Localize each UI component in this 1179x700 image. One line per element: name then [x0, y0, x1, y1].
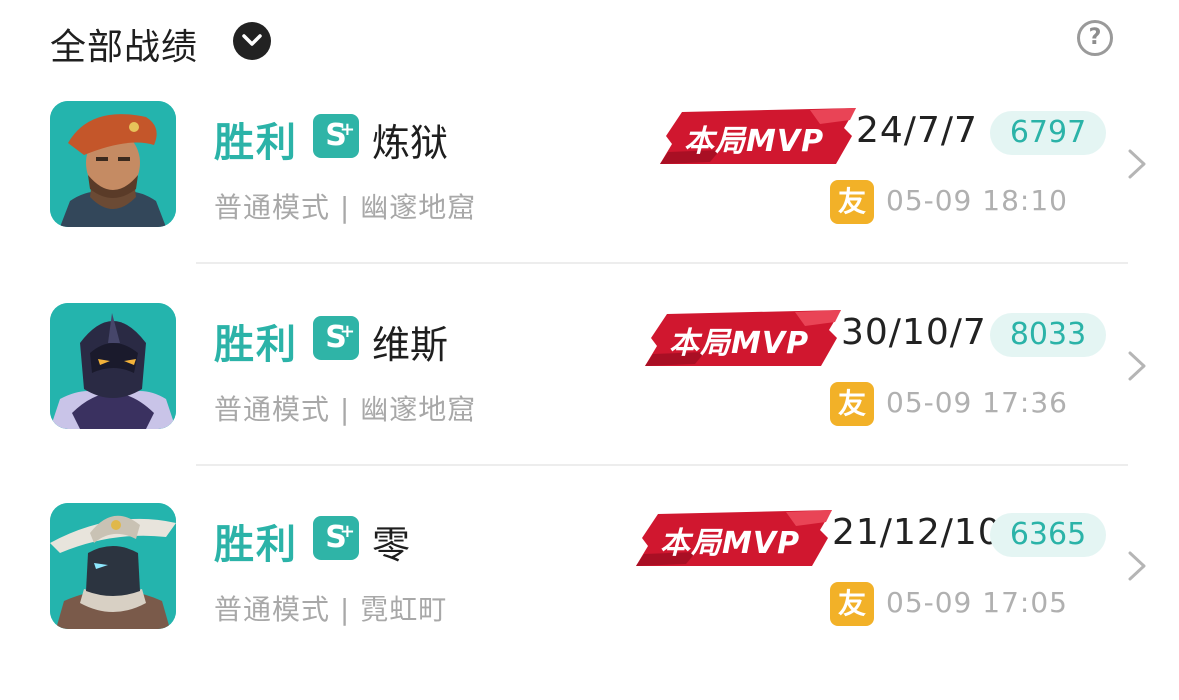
hero-portrait-wide-hat-masked-icon [50, 503, 176, 629]
page-title: 全部战绩 [50, 27, 199, 68]
friend-badge: 友 [830, 382, 874, 426]
hero-name: 维斯 [372, 323, 449, 367]
match-record-item[interactable]: 胜利 S + 零 普通模式 | 霓虹町 本局MVP 21/12/10 6365 友… [0, 500, 1179, 700]
kda-stats: 24/7/7 [856, 110, 978, 151]
chevron-down-icon [242, 34, 262, 46]
help-button[interactable]: ? [1077, 20, 1113, 56]
mvp-badge: 本局MVP [636, 508, 836, 566]
match-datetime: 05-09 18:10 [886, 184, 1068, 217]
game-mode-map: 普通模式 | 幽邃地窟 [214, 393, 477, 426]
match-result: 胜利 [214, 120, 298, 166]
hero-avatar [50, 303, 176, 429]
mvp-badge: 本局MVP [645, 308, 845, 366]
chevron-right-icon[interactable] [1126, 550, 1150, 582]
tier-plus: + [339, 119, 355, 140]
chevron-right-icon[interactable] [1126, 350, 1150, 382]
friend-badge: 友 [830, 180, 874, 224]
tier-plus: + [339, 521, 355, 542]
mvp-label: 本局MVP [660, 526, 801, 561]
hero-portrait-armored-ninja-icon [50, 303, 176, 429]
divider [196, 464, 1128, 466]
score-pill: 6797 [990, 111, 1106, 155]
match-result: 胜利 [214, 522, 298, 568]
tier-badge: S + [313, 114, 359, 158]
hero-portrait-beret-soldier-icon [50, 101, 176, 227]
header: 全部战绩 ? [50, 12, 1130, 68]
chevron-right-icon[interactable] [1126, 148, 1150, 180]
game-mode-map: 普通模式 | 幽邃地窟 [214, 191, 477, 224]
score-pill: 8033 [990, 313, 1106, 357]
tier-badge: S + [313, 516, 359, 560]
hero-avatar [50, 101, 176, 227]
friend-badge: 友 [830, 582, 874, 626]
divider [196, 262, 1128, 264]
kda-stats: 21/12/10 [832, 512, 1002, 553]
match-datetime: 05-09 17:36 [886, 386, 1068, 419]
game-mode-map: 普通模式 | 霓虹町 [214, 593, 448, 626]
hero-name: 零 [372, 523, 411, 567]
question-mark-icon: ? [1088, 25, 1102, 50]
kda-stats: 30/10/7 [841, 312, 987, 353]
tier-badge: S + [313, 316, 359, 360]
hero-name: 炼狱 [372, 121, 449, 165]
tier-plus: + [339, 321, 355, 342]
match-record-item[interactable]: 胜利 S + 炼狱 普通模式 | 幽邃地窟 本局MVP 24/7/7 6797 友… [0, 98, 1179, 298]
mvp-label: 本局MVP [684, 124, 825, 159]
score-pill: 6365 [990, 513, 1106, 557]
match-result: 胜利 [214, 322, 298, 368]
hero-avatar [50, 503, 176, 629]
match-record-item[interactable]: 胜利 S + 维斯 普通模式 | 幽邃地窟 本局MVP 30/10/7 8033 … [0, 300, 1179, 500]
mvp-label: 本局MVP [669, 326, 810, 361]
match-datetime: 05-09 17:05 [886, 586, 1068, 619]
filter-dropdown-button[interactable] [233, 22, 271, 60]
mvp-badge: 本局MVP [660, 106, 860, 164]
